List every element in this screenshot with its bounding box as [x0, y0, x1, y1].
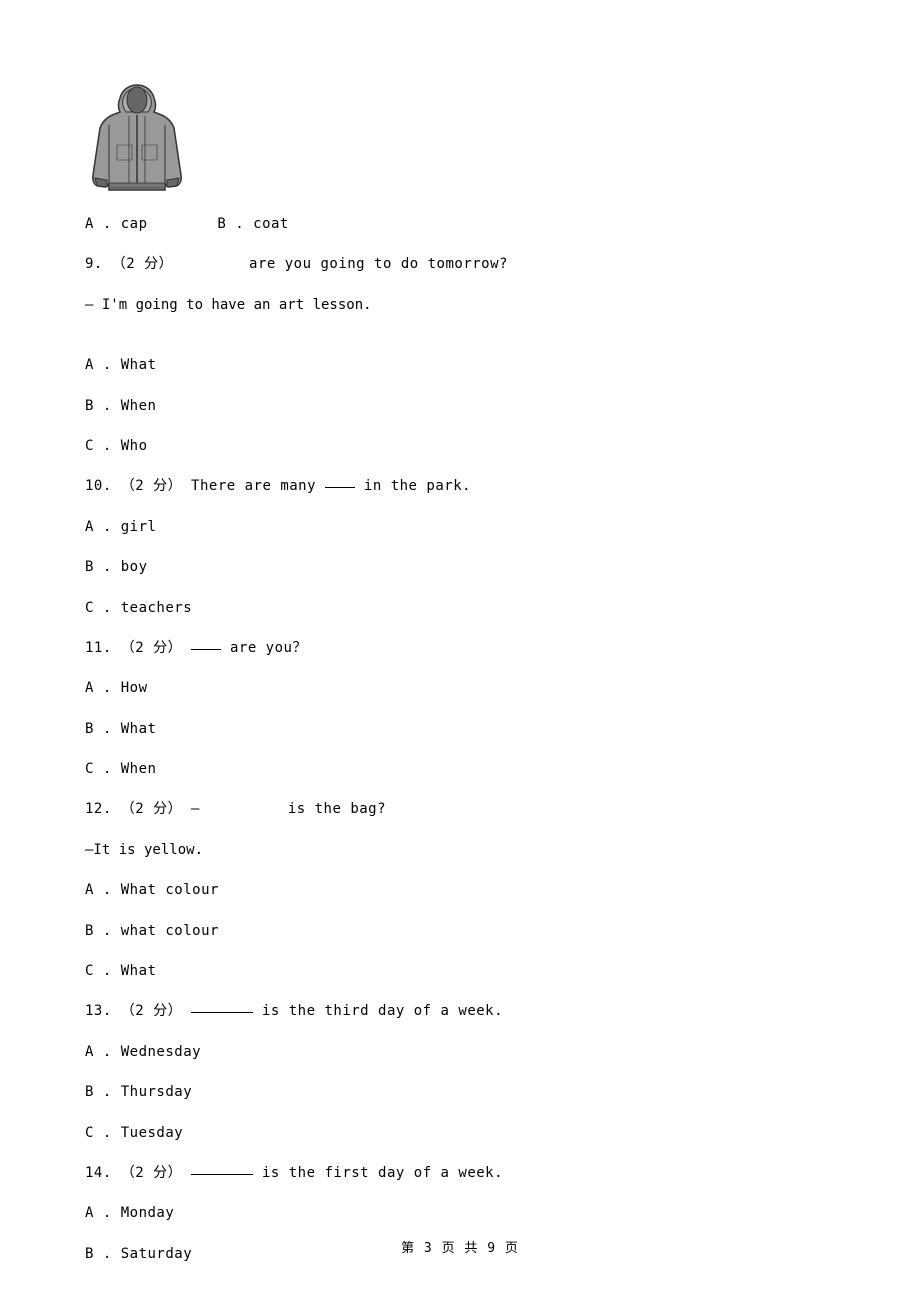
q13-option-a: A . Wednesday [85, 1041, 835, 1063]
question-number: 13. [85, 1003, 112, 1019]
question-points: （2 分） [112, 256, 173, 272]
q14-option-a: A . Monday [85, 1202, 835, 1224]
question-points: （2 分） [121, 801, 182, 817]
q13-option-c: C . Tuesday [85, 1122, 835, 1144]
question-text-after: in the park. [364, 478, 471, 494]
fill-blank [325, 487, 355, 488]
option-b-label: B [217, 216, 226, 232]
q12-option-b: B . what colour [85, 920, 835, 942]
option-dot: . [103, 216, 121, 232]
question-number: 10. [85, 478, 112, 494]
q12-dialog: —It is yellow. [85, 839, 835, 861]
option-a-label: A [85, 216, 94, 232]
q10-option-b: B . boy [85, 556, 835, 578]
question-number: 14. [85, 1165, 112, 1181]
q9-option-c: C . Who [85, 435, 835, 457]
q13-stem: 13. （2 分） is the third day of a week. [85, 1000, 835, 1022]
question-points: （2 分） [121, 1165, 182, 1181]
q11-option-b: B . What [85, 718, 835, 740]
q9-stem: 9. （2 分） are you going to do tomorrow? [85, 253, 835, 275]
q11-option-c: C . When [85, 758, 835, 780]
question-number: 9. [85, 256, 103, 272]
fill-blank [191, 1174, 253, 1175]
q8-options: A . cap B . coat [85, 213, 835, 235]
q9-option-a: A . What [85, 354, 835, 376]
page-content: A . cap B . coat 9. （2 分） are you going … [85, 80, 835, 1265]
q9-dialog: — I'm going to have an art lesson. [85, 294, 835, 316]
fill-blank [191, 649, 221, 650]
question-points: （2 分） [121, 640, 182, 656]
question-text: is the bag? [288, 801, 386, 817]
option-a-text: cap [121, 216, 148, 232]
page-footer: 第 3 页 共 9 页 [0, 1239, 920, 1260]
question-text: are you going to do tomorrow? [249, 256, 508, 272]
question-points: （2 分） [121, 1003, 182, 1019]
dash: — [191, 801, 209, 817]
option-dot: . [235, 216, 253, 232]
q11-stem: 11. （2 分） are you？ [85, 637, 835, 659]
q10-option-c: C . teachers [85, 597, 835, 619]
question-text-before: There are many [191, 478, 325, 494]
q14-stem: 14. （2 分） is the first day of a week. [85, 1162, 835, 1184]
question-text: is the third day of a week. [262, 1003, 503, 1019]
question-points: （2 分） [121, 478, 182, 494]
question-number: 12. [85, 801, 112, 817]
q11-option-a: A . How [85, 677, 835, 699]
q12-option-c: C . What [85, 960, 835, 982]
q10-option-a: A . girl [85, 516, 835, 538]
fill-blank [191, 1012, 253, 1013]
jacket-icon [87, 80, 187, 195]
question-text: is the first day of a week. [262, 1165, 503, 1181]
q9-option-b: B . When [85, 395, 835, 417]
option-b-text: coat [253, 216, 289, 232]
q12-option-a: A . What colour [85, 879, 835, 901]
q12-stem: 12. （2 分） — is the bag? [85, 798, 835, 820]
q13-option-b: B . Thursday [85, 1081, 835, 1103]
question-number: 11. [85, 640, 112, 656]
q10-stem: 10. （2 分） There are many in the park. [85, 475, 835, 497]
question-text: are you？ [230, 640, 307, 656]
